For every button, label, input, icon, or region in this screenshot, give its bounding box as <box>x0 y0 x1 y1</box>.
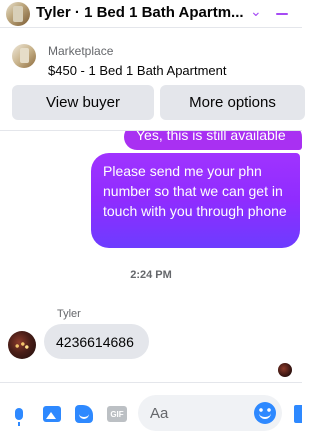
message-timestamp: 2:24 PM <box>130 269 172 281</box>
sender-name: Tyler <box>57 308 81 320</box>
listing-avatar[interactable] <box>6 2 30 26</box>
marketplace-card: Marketplace $450 - 1 Bed 1 Bath Apartmen… <box>0 38 305 128</box>
message-input-container[interactable] <box>138 395 282 431</box>
more-options-button[interactable]: More options <box>160 85 305 120</box>
message-composer: GIF <box>0 382 302 442</box>
image-icon[interactable] <box>42 405 62 423</box>
sticker-icon[interactable] <box>74 405 94 423</box>
listing-title[interactable]: $450 - 1 Bed 1 Bath Apartment <box>48 63 227 78</box>
chat-header: Tyler · 1 Bed 1 Bath Apartm... ⌄ <box>0 0 302 28</box>
minimize-icon[interactable] <box>276 13 288 15</box>
divider <box>0 130 302 131</box>
sender-avatar[interactable] <box>8 331 36 359</box>
thumbs-up-icon[interactable] <box>294 405 302 423</box>
message-bubble-incoming[interactable]: 4236614686 <box>44 324 149 359</box>
view-buyer-button[interactable]: View buyer <box>12 85 154 120</box>
emoji-icon[interactable] <box>254 402 276 424</box>
gif-icon[interactable]: GIF <box>106 405 128 423</box>
chevron-down-icon[interactable]: ⌄ <box>250 3 262 20</box>
message-input[interactable] <box>150 403 250 423</box>
listing-thumbnail[interactable] <box>12 44 36 68</box>
microphone-icon[interactable] <box>12 405 26 426</box>
seen-indicator-avatar <box>278 363 292 377</box>
chat-title[interactable]: Tyler · 1 Bed 1 Bath Apartm... <box>36 4 246 21</box>
message-bubble-outgoing[interactable]: Please send me your phn number so that w… <box>91 153 300 248</box>
marketplace-label: Marketplace <box>48 44 114 58</box>
